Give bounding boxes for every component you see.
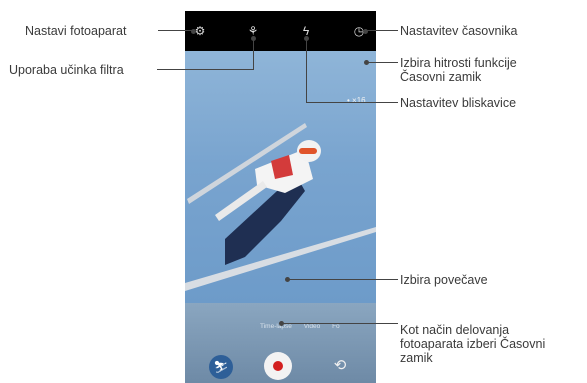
label-mode-select-line1: Kot način delovanja <box>400 323 510 337</box>
mode-video[interactable]: Video <box>304 323 321 330</box>
callout-line-filter <box>157 69 253 70</box>
callout-line-camera-settings <box>158 30 193 31</box>
callout-dot-filter <box>250 35 256 41</box>
mode-photo[interactable]: Fo <box>332 323 340 330</box>
callout-dot-flash <box>303 35 309 41</box>
camera-screen: • ×16 1 ⚙ ⚘ ϟ ◷ Time-lapse Video Fo ⛷ ⟲ <box>185 11 376 383</box>
label-camera-settings: Nastavi fotoaparat <box>25 24 127 38</box>
label-mode-select-line3: zamik <box>400 351 433 365</box>
camera-viewfinder: • ×16 1 <box>185 51 376 329</box>
label-timer-setting: Nastavitev časovnika <box>400 24 518 38</box>
time-lock-speed-indicator[interactable]: • ×16 <box>347 96 366 105</box>
label-mode-select: Kot način delovanja fotoaparata izberi Č… <box>400 323 545 365</box>
label-time-lock-speed: Izbira hitrosti funkcije Časovni zamik <box>400 56 517 84</box>
label-mode-select-line2: fotoaparata izberi Časovni <box>400 337 546 351</box>
label-time-lock-speed-line2: Časovni zamik <box>400 70 482 84</box>
callout-line-zoom <box>287 279 398 280</box>
callout-line-mode <box>281 323 398 324</box>
label-filter-effect: Uporaba učinka filtra <box>9 63 124 77</box>
callout-line-flash-v <box>306 38 307 103</box>
label-flash-setting: Nastavitev bliskavice <box>400 96 517 110</box>
mode-selector[interactable]: Time-lapse Video Fo <box>260 323 350 330</box>
callout-dot-timer <box>362 28 368 34</box>
callout-line-timer <box>365 30 398 31</box>
ski-jumper-photo <box>185 123 376 291</box>
callout-dot-camera-settings <box>190 28 196 34</box>
camera-bottom-bar: Time-lapse Video Fo ⛷ ⟲ <box>185 303 376 383</box>
label-zoom-select: Izbira povečave <box>400 273 488 287</box>
callout-line-flash <box>306 102 398 103</box>
record-button[interactable] <box>264 352 292 380</box>
callout-line-filter-v <box>253 38 254 70</box>
switch-camera-icon[interactable]: ⟲ <box>330 356 350 376</box>
label-time-lock-speed-line1: Izbira hitrosti funkcije <box>400 56 517 70</box>
callout-dot-mode <box>278 320 284 326</box>
camera-top-bar: ⚙ ⚘ ϟ ◷ <box>185 11 376 51</box>
callout-dot-zoom <box>284 276 290 282</box>
mode-time-lapse[interactable]: Time-lapse <box>260 323 292 330</box>
gallery-thumbnail-icon[interactable]: ⛷ <box>209 355 233 379</box>
callout-dot-speed <box>363 59 369 65</box>
callout-line-speed <box>366 62 398 63</box>
